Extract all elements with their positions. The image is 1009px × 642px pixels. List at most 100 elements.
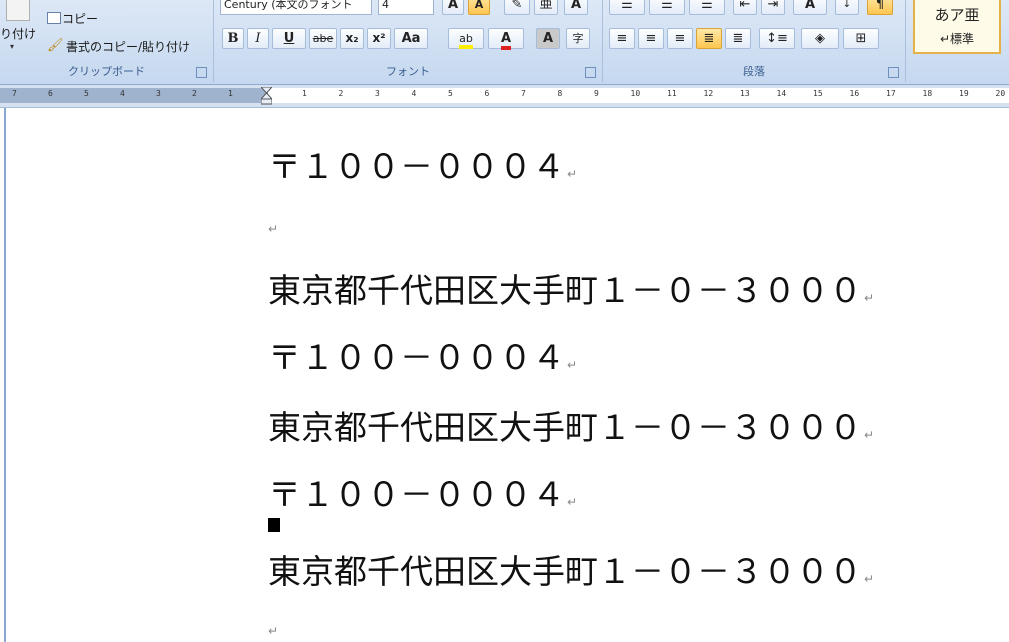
shading-button[interactable]: ◈ <box>801 28 839 49</box>
text-direction-button[interactable]: A <box>793 0 827 15</box>
align-right-icon: ≡ <box>674 31 686 46</box>
ruler-tick-label: 1 <box>302 89 307 98</box>
ruler-tick-label: 9 <box>594 89 599 98</box>
increase-indent-icon: ⇥ <box>767 0 779 12</box>
ruler-tick-label: 14 <box>776 89 787 98</box>
char-border-button[interactable]: A <box>564 0 588 15</box>
paragraph-mark: ↵ <box>864 572 875 586</box>
indent-marker-icon[interactable] <box>261 87 272 105</box>
postal-code-line-3[interactable]: 〒１００－０００４ ↵ <box>268 468 577 516</box>
highlighter-icon: ab <box>459 32 473 49</box>
line-spacing-icon: ↕≡ <box>766 31 788 46</box>
distributed-button[interactable]: ≣ <box>725 28 751 49</box>
show-marks-button[interactable]: ¶ <box>867 0 893 15</box>
font-size-dropdown[interactable]: 4 <box>378 0 434 15</box>
postal-code-line-2[interactable]: 〒１００－０００４ ↵ <box>268 331 577 379</box>
shrink-font-button[interactable]: A <box>468 0 490 15</box>
clipboard-group-label: クリップボード <box>68 65 145 78</box>
strikethrough-button[interactable]: abe <box>309 28 337 49</box>
postal-code-line-1[interactable]: 〒１００－０００４ ↵ <box>268 140 577 188</box>
border-icon: ⊞ <box>855 31 867 46</box>
phonetic-guide-button[interactable]: 亜 <box>534 0 558 15</box>
font-color-button[interactable]: A <box>488 28 524 50</box>
line-spacing-button[interactable]: ↕≡ <box>759 28 795 49</box>
ruler-tick-label: 1 <box>228 89 233 98</box>
bullets-button[interactable]: ☰ <box>609 0 645 15</box>
ruler-tick-label: 4 <box>411 89 417 98</box>
italic-button[interactable]: I <box>247 28 269 49</box>
ruler-tick-label: 12 <box>703 89 714 98</box>
sort-button[interactable]: ↓ <box>835 0 859 15</box>
ruler-tick-label: 17 <box>886 89 896 98</box>
paragraph-mark: ↵ <box>567 167 578 181</box>
copy-button[interactable]: コピー <box>62 10 98 27</box>
ruler-tick-label: 13 <box>740 89 750 98</box>
clipboard-group: り付け ▾ コピー 🖌 書式のコピー/貼り付け クリップボード <box>0 0 214 82</box>
paragraph-dialog-launcher-icon[interactable] <box>888 67 899 78</box>
ruler-tick-label: 2 <box>192 89 197 98</box>
grow-font-button[interactable]: A <box>442 0 464 15</box>
distributed-icon: ≣ <box>732 31 744 46</box>
ruler-tick-label: 19 <box>959 89 969 98</box>
format-painter-button[interactable]: 書式のコピー/貼り付け <box>66 38 190 55</box>
numbering-icon: ☰ <box>661 0 673 12</box>
ribbon: り付け ▾ コピー 🖌 書式のコピー/貼り付け クリップボード Century … <box>0 0 1009 85</box>
paste-button-label[interactable]: り付け <box>0 25 36 42</box>
paste-dropdown-chevron-icon[interactable]: ▾ <box>10 42 14 51</box>
address-line-3[interactable]: 東京都千代田区大手町１－０－３０００ ↵ <box>268 545 874 593</box>
clipboard-dialog-launcher-icon[interactable] <box>196 67 207 78</box>
align-left-button[interactable]: ≡ <box>609 28 635 49</box>
address-line-2[interactable]: 東京都千代田区大手町１－０－３０００ ↵ <box>268 401 874 449</box>
ruler-tick-label: 18 <box>922 89 933 98</box>
style-standard-tile[interactable]: あア亜 ↵標準 <box>913 0 1001 54</box>
underline-button[interactable]: U <box>272 28 306 49</box>
numbering-button[interactable]: ☰ <box>649 0 685 15</box>
paragraph-mark: ↵ <box>864 291 875 305</box>
increase-indent-button[interactable]: ⇥ <box>761 0 785 15</box>
ruler-tick-label: 11 <box>667 89 677 98</box>
address-line-1[interactable]: 東京都千代田区大手町１－０－３０００ ↵ <box>268 264 874 312</box>
borders-button[interactable]: ⊞ <box>843 28 879 49</box>
ruler-tick-label: 3 <box>156 89 161 98</box>
align-center-button[interactable]: ≡ <box>638 28 664 49</box>
justify-icon: ≣ <box>703 31 715 46</box>
paragraph-mark: ↵ <box>864 428 875 442</box>
paragraph-group-label: 段落 <box>743 65 765 78</box>
paragraph-mark: ↵ <box>567 495 578 509</box>
enclose-char-button[interactable]: 字 <box>566 28 590 49</box>
highlight-button[interactable]: ab <box>448 28 484 49</box>
style-sample-text: あア亜 <box>934 6 980 24</box>
font-dialog-launcher-icon[interactable] <box>585 67 596 78</box>
clear-format-button[interactable]: ✎ <box>504 0 530 15</box>
ruler-tick-label: 10 <box>630 89 641 98</box>
horizontal-ruler[interactable]: 7654321 1 2 3 4 5 6 7 8 9 10 11 12 13 14 15 16 17 18 19 20 <box>0 85 1009 108</box>
ruler-tick-label: 8 <box>557 89 563 98</box>
empty-paragraph-mark-bottom: ↵ <box>268 624 279 638</box>
change-case-button[interactable]: Aa <box>394 28 428 49</box>
decrease-indent-button[interactable]: ⇤ <box>733 0 757 15</box>
empty-paragraph-mark: ↵ <box>268 222 279 236</box>
bold-button[interactable]: B <box>222 28 244 49</box>
copy-icon <box>47 12 61 24</box>
text-direction-icon: A <box>804 0 816 12</box>
font-group: Century (本文のフォント 4 A A ✎ 亜 A B I U abe x… <box>214 0 603 82</box>
format-painter-icon: 🖌 <box>47 38 64 53</box>
ruler-tick-label: 6 <box>48 89 53 98</box>
paint-bucket-icon: ◈ <box>815 31 825 46</box>
ruler-tick-label: 7 <box>12 89 17 98</box>
font-color-icon: A <box>500 31 512 50</box>
style-standard-label: ↵標準 <box>939 32 975 46</box>
eraser-icon: ✎ <box>511 0 523 12</box>
multilevel-list-button[interactable]: ☰ <box>689 0 725 15</box>
align-left-icon: ≡ <box>616 31 628 46</box>
align-right-button[interactable]: ≡ <box>667 28 693 49</box>
paste-icon[interactable] <box>6 0 30 21</box>
char-shading-button[interactable]: A <box>536 28 560 49</box>
justify-button[interactable]: ≣ <box>696 28 722 49</box>
ruler-tick-label: 2 <box>338 89 344 98</box>
align-center-icon: ≡ <box>645 31 657 46</box>
font-group-label: フォント <box>386 65 430 78</box>
subscript-button[interactable]: x₂ <box>340 28 364 49</box>
superscript-button[interactable]: x² <box>367 28 391 49</box>
font-name-dropdown[interactable]: Century (本文のフォント <box>220 0 372 15</box>
